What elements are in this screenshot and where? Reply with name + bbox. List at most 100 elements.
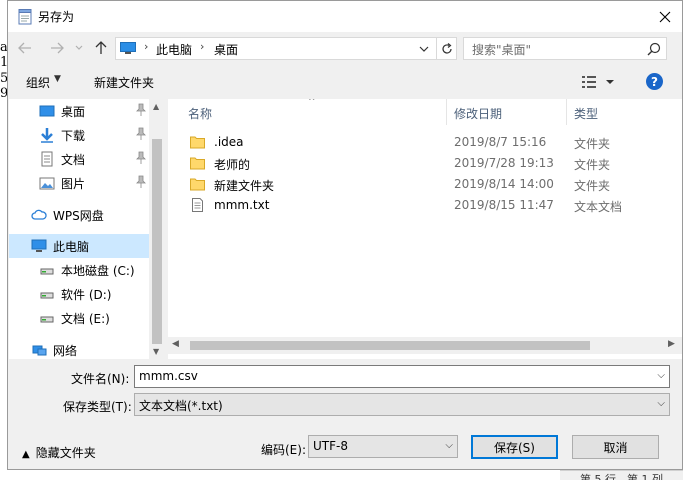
file-type: 文件夹 [574, 158, 611, 172]
view-options-icon [582, 76, 614, 88]
search-icon [647, 42, 661, 56]
filename-value: mmm.csv [139, 369, 198, 383]
new-folder-button[interactable]: 新建文件夹 [94, 74, 154, 91]
dialog-title: 另存为 [38, 10, 75, 24]
nav-item-this-pc[interactable]: 此电脑 [9, 234, 149, 258]
filename-input[interactable]: mmm.csv ⌵ [134, 365, 670, 388]
bg-status-bar: 第 5 行，第 1 列 [560, 470, 683, 480]
recent-locations-button[interactable] [72, 37, 86, 59]
file-type: 文件夹 [574, 179, 611, 193]
refresh-button[interactable] [436, 38, 456, 59]
nav-item-drive-d[interactable]: 软件 (D:) [9, 282, 149, 306]
breadcrumb-this-pc[interactable]: 此电脑 [156, 41, 192, 58]
column-header-date[interactable]: 修改日期 [454, 105, 502, 122]
filetype-value: 文本文档(*.txt) [139, 399, 223, 413]
column-header-type[interactable]: 类型 [574, 105, 598, 122]
title-bar: 另存为 [8, 1, 682, 32]
close-button[interactable] [648, 1, 682, 32]
nav-label: 图片 [61, 177, 86, 191]
breadcrumb-desktop[interactable]: 桌面 [214, 41, 238, 58]
pin-icon [136, 151, 146, 164]
cloud-icon [31, 209, 47, 220]
computer-icon [120, 42, 136, 54]
drive-icon [40, 292, 54, 299]
encoding-select[interactable]: UTF-8 ⌵ [308, 435, 458, 458]
nav-item-pictures[interactable]: 图片 [9, 171, 149, 195]
help-button[interactable]: ? [646, 73, 663, 90]
chevron-down-icon[interactable] [416, 41, 432, 57]
nav-label: 文档 (E:) [61, 312, 110, 326]
nav-scrollbar[interactable]: ▲ ▼ [149, 99, 165, 359]
file-list-hscrollbar[interactable]: ◀ ▶ [168, 337, 682, 354]
column-header-name[interactable]: 名称 [188, 105, 212, 122]
file-row[interactable]: 新建文件夹 2019/8/14 14:00 文件夹 [168, 174, 682, 195]
address-bar[interactable]: › 此电脑 › 桌面 [115, 37, 457, 60]
change-view-button[interactable] [580, 73, 620, 91]
filename-label: 文件名(N): [71, 372, 130, 386]
forward-button[interactable] [46, 37, 68, 59]
up-button[interactable] [90, 37, 112, 59]
filetype-select[interactable]: 文本文档(*.txt) ⌵ [134, 393, 670, 416]
drive-icon [40, 268, 54, 275]
scrollbar-thumb[interactable] [190, 341, 590, 350]
file-date: 2019/8/7 15:16 [454, 135, 547, 149]
hide-folders-toggle[interactable]: ▲ 隐藏文件夹 [22, 444, 96, 461]
nav-label: 本地磁盘 (C:) [61, 264, 135, 278]
nav-label: 桌面 [61, 105, 86, 119]
nav-label: 网络 [53, 344, 78, 358]
organize-button[interactable]: 组织 [26, 74, 50, 91]
nav-item-documents[interactable]: 文档 [9, 147, 149, 171]
chevron-down-icon [75, 45, 83, 50]
scroll-right-icon[interactable]: ▶ [668, 339, 675, 349]
back-button[interactable] [14, 37, 36, 59]
nav-item-drive-c[interactable]: 本地磁盘 (C:) [9, 258, 149, 282]
file-name: mmm.txt [214, 198, 270, 212]
folder-icon [190, 136, 205, 149]
pin-icon [136, 127, 146, 140]
save-button[interactable]: 保存(S) [471, 435, 558, 459]
navigation-pane: 桌面 下载 文档 图片 WPS网盘 此电脑 本地磁盘 (C:) 软件 (D:) … [9, 99, 165, 359]
sort-ascending-icon: ^ [308, 99, 316, 107]
download-icon [41, 128, 53, 143]
nav-item-wps-cloud[interactable]: WPS网盘 [9, 203, 149, 227]
scroll-left-icon[interactable]: ◀ [172, 339, 179, 349]
nav-label: 此电脑 [53, 240, 90, 254]
file-row[interactable]: 老师的 2019/7/28 19:13 文件夹 [168, 153, 682, 174]
file-list: ^ 名称 修改日期 类型 .idea 2019/8/7 15:16 文件夹 老师… [168, 99, 682, 359]
scroll-down-icon[interactable]: ▼ [153, 347, 159, 356]
cancel-button[interactable]: 取消 [572, 435, 659, 459]
folder-icon [190, 178, 205, 191]
file-name: .idea [214, 135, 244, 149]
arrow-right-icon [51, 42, 64, 54]
filetype-label: 保存类型(T): [63, 400, 132, 414]
network-icon [32, 345, 47, 356]
close-icon [659, 11, 671, 22]
column-divider[interactable] [566, 99, 567, 125]
scrollbar-thumb[interactable] [152, 139, 162, 344]
file-date: 2019/8/14 14:00 [454, 177, 554, 191]
chevron-right-icon: › [144, 40, 149, 53]
nav-item-downloads[interactable]: 下载 [9, 123, 149, 147]
encoding-label: 编码(E): [261, 443, 306, 457]
document-icon [41, 151, 53, 167]
nav-item-drive-e[interactable]: 文档 (E:) [9, 306, 149, 330]
chevron-down-icon: ⌵ [445, 440, 453, 451]
drive-icon [40, 316, 54, 323]
help-icon: ? [651, 74, 658, 89]
file-name: 老师的 [214, 158, 251, 172]
file-row[interactable]: .idea 2019/8/7 15:16 文件夹 [168, 132, 682, 153]
nav-label: 下载 [61, 129, 86, 143]
nav-item-network[interactable]: 网络 [9, 338, 149, 359]
scroll-up-icon[interactable]: ▲ [153, 102, 159, 111]
caret-down-icon: ▼ [54, 74, 61, 84]
file-row[interactable]: mmm.txt 2019/8/15 11:47 文本文档 [168, 195, 682, 216]
chevron-down-icon[interactable]: ⌵ [657, 370, 665, 381]
file-type: 文件夹 [574, 137, 611, 151]
hide-folders-label: 隐藏文件夹 [35, 446, 96, 460]
nav-item-desktop[interactable]: 桌面 [9, 99, 149, 123]
nav-label: 软件 (D:) [61, 288, 112, 302]
search-input[interactable]: 搜索"桌面" [463, 37, 667, 60]
arrow-left-icon [18, 42, 31, 54]
encoding-value: UTF-8 [313, 439, 348, 453]
column-divider[interactable] [446, 99, 447, 125]
